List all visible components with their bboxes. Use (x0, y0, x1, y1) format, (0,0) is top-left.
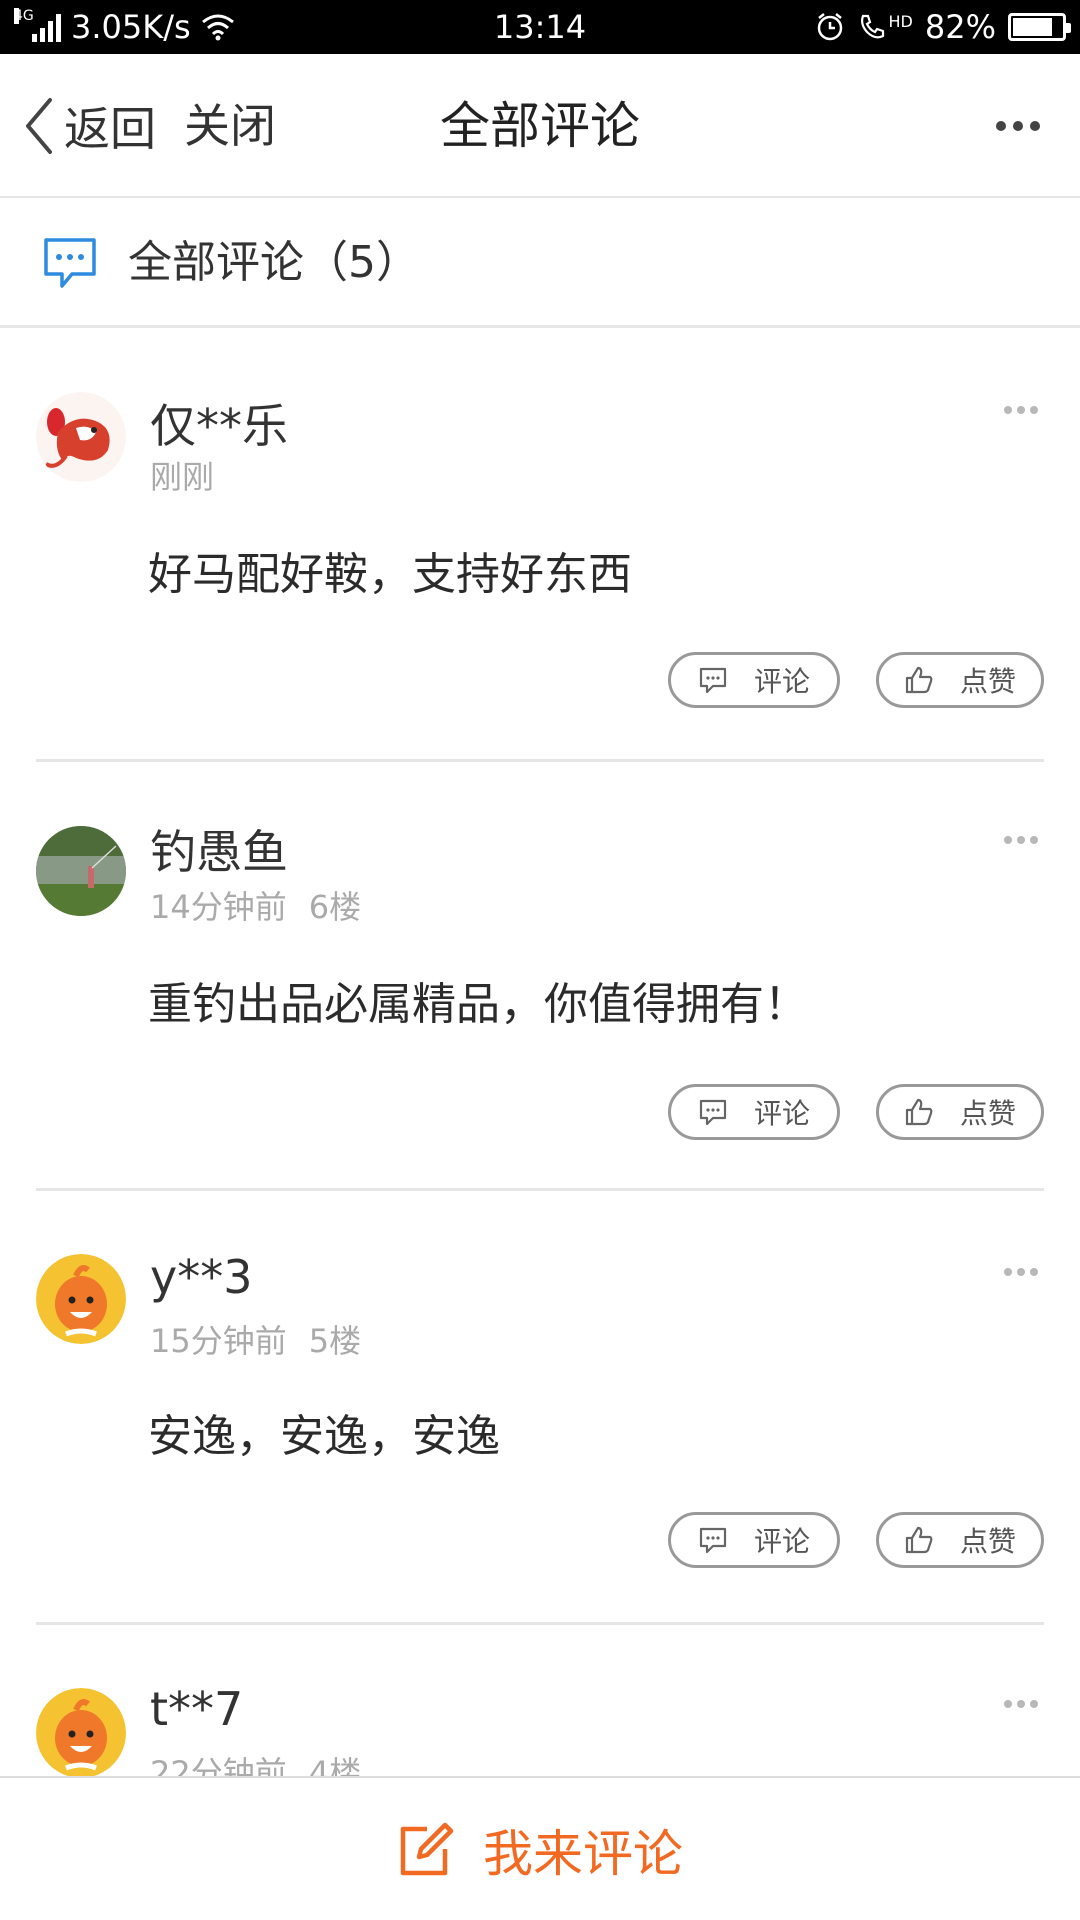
alarm-icon (817, 13, 842, 41)
comment-meta: 14分钟前 6楼 (150, 882, 361, 928)
battery-icon (1008, 13, 1071, 41)
reply-label: 评论 (753, 1525, 810, 1558)
comment-content: 安逸，安逸，安逸 (148, 1411, 500, 1462)
comment-item: y**3 15分钟前 5楼 安逸，安逸，安逸 评论 点赞 (0, 1192, 1080, 1625)
reply-label: 评论 (753, 1097, 810, 1130)
comment-more-button[interactable] (1004, 836, 1038, 844)
like-label: 点赞 (959, 1097, 1016, 1130)
koi-fish-avatar[interactable] (36, 392, 126, 482)
reply-button[interactable]: 评论 (668, 652, 840, 708)
like-label: 点赞 (959, 665, 1016, 698)
like-button[interactable]: 点赞 (876, 1084, 1044, 1140)
fishing-photo-avatar[interactable] (36, 826, 126, 916)
thumbs-up-icon (905, 666, 933, 694)
reply-button[interactable]: 评论 (668, 1512, 840, 1568)
orange-mascot-avatar[interactable] (36, 1688, 126, 1776)
comment-meta: 刚刚 (150, 452, 214, 498)
like-button[interactable]: 点赞 (876, 1512, 1044, 1568)
comment-icon (699, 1099, 727, 1126)
comments-count-title: 全部评论（5） (128, 237, 420, 288)
comment-item: 钓愚鱼 14分钟前 6楼 重钓出品必属精品，你值得拥有！ 评论 点赞 (0, 762, 1080, 1192)
comment-time: 22分钟前 (150, 1754, 287, 1776)
nav-bar: 返回 关闭 全部评论 (0, 54, 1080, 198)
orange-mascot-avatar[interactable] (36, 1254, 126, 1344)
comment-icon (699, 1527, 727, 1554)
comments-header: 全部评论（5） (0, 198, 1080, 328)
comment-content: 重钓出品必属精品，你值得拥有！ (148, 979, 808, 1030)
edit-icon (400, 1822, 454, 1876)
comment-time: 15分钟前 (150, 1322, 287, 1360)
reply-label: 评论 (753, 665, 810, 698)
phone-call-icon (860, 14, 884, 39)
thumbs-up-icon (905, 1526, 933, 1554)
thumbs-up-icon (905, 1098, 933, 1126)
battery-level (1013, 18, 1053, 36)
comment-username: t**7 (150, 1682, 244, 1736)
reply-button[interactable]: 评论 (668, 1084, 840, 1140)
comment-divider (36, 1188, 1044, 1191)
comment-content: 好马配好鞍，支持好东西 (148, 549, 632, 600)
bottom-bar: 我来评论 (0, 1776, 1080, 1920)
status-right: HD 82% (815, 0, 1071, 54)
comment-meta: 22分钟前 4楼 (150, 1748, 361, 1776)
battery-percent: 82% (924, 8, 996, 46)
comment-more-button[interactable] (1004, 1268, 1038, 1276)
hd-label: HD (888, 12, 913, 31)
comment-username: y**3 (150, 1250, 253, 1304)
comment-username: 钓愚鱼 (150, 825, 288, 879)
status-bar: 4G 3.05K/s 13:14 HD 82% (0, 0, 1080, 54)
page-title: 全部评论 (440, 97, 640, 155)
comment-time: 刚刚 (150, 458, 215, 496)
comment-floor: 4楼 (308, 1754, 362, 1776)
more-menu-button[interactable] (996, 54, 1040, 198)
comment-item: 仅**乐 刚刚 好马配好鞍，支持好东西 评论 点赞 (0, 328, 1080, 762)
comment-item: t**7 22分钟前 4楼 (0, 1624, 1080, 1776)
comment-username: 仅**乐 (150, 399, 288, 453)
comment-floor: 6楼 (308, 888, 362, 926)
like-button[interactable]: 点赞 (876, 652, 1044, 708)
comment-more-button[interactable] (1004, 406, 1038, 414)
comment-more-button[interactable] (1004, 1700, 1038, 1708)
comment-meta: 15分钟前 5楼 (150, 1316, 361, 1362)
like-label: 点赞 (959, 1525, 1016, 1558)
comment-time: 14分钟前 (150, 888, 287, 926)
write-comment-button[interactable]: 我来评论 (0, 1778, 1080, 1920)
chat-bubble-icon (44, 238, 96, 288)
comment-icon (699, 667, 727, 694)
write-comment-label: 我来评论 (483, 1825, 683, 1883)
comment-floor: 5楼 (308, 1322, 362, 1360)
